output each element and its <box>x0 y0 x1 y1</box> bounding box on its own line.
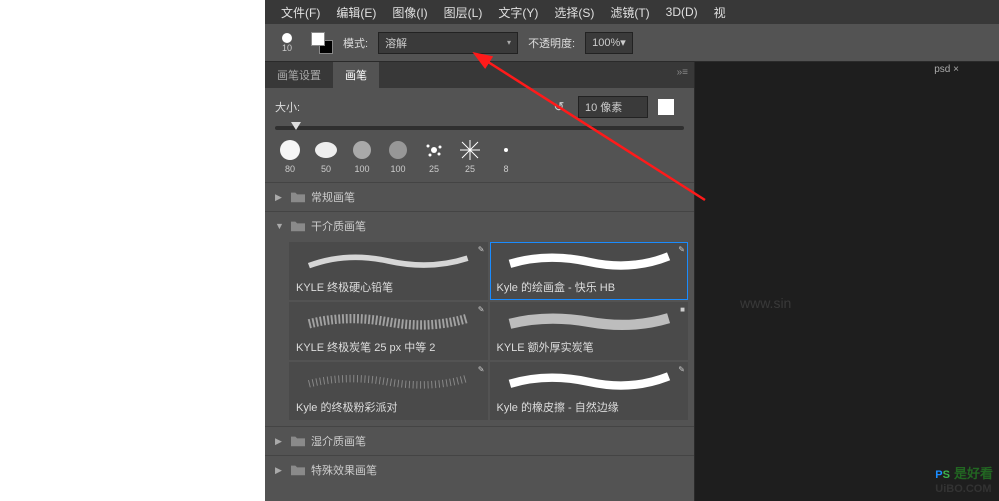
brush-edit-icon: ✎ <box>478 305 485 314</box>
brush-preview <box>497 247 682 275</box>
stamp-item[interactable]: 25 <box>419 138 449 174</box>
canvas-area[interactable]: psd × <box>695 62 999 501</box>
document-tab[interactable]: psd × <box>934 64 959 75</box>
brush-edit-icon: ✎ <box>678 365 685 374</box>
opacity-field[interactable]: 100% ▾ <box>585 32 633 54</box>
chevron-down-icon: ▼ <box>275 221 285 231</box>
tab-brushes[interactable]: 画笔 <box>333 62 379 88</box>
brush-card[interactable]: ✎ KYLE 终极硬心铅笔 <box>289 242 488 300</box>
menu-3d[interactable]: 3D(D) <box>658 1 706 23</box>
chevron-right-icon: ▶ <box>275 192 285 203</box>
folder-label: 常规画笔 <box>311 189 355 205</box>
brushes-panel: 画笔设置 画笔 »≡ 大小: ↺ 10 像素 80 50 100 100 <box>265 62 695 501</box>
menu-file[interactable]: 文件(F) <box>273 0 328 25</box>
brush-edit-icon: ✎ <box>478 365 485 374</box>
chevron-down-icon: ▾ <box>507 38 511 47</box>
brush-list[interactable]: ▶ 常规画笔 ▼ 干介质画笔 ✎ KYLE 终极硬心铅笔 <box>265 182 694 501</box>
brush-card[interactable]: ✎ Kyle 的终极粉彩派对 <box>289 362 488 420</box>
menu-bar: 文件(F) 编辑(E) 图像(I) 图层(L) 文字(Y) 选择(S) 滤镜(T… <box>265 0 999 24</box>
tab-brush-settings[interactable]: 画笔设置 <box>265 62 333 88</box>
menu-filter[interactable]: 滤镜(T) <box>602 0 657 25</box>
brush-name: Kyle 的绘画盒 - 快乐 HB <box>497 279 682 295</box>
size-slider[interactable] <box>265 126 694 134</box>
menu-type[interactable]: 文字(Y) <box>490 0 546 25</box>
chevron-down-icon: ▾ <box>620 36 626 49</box>
brush-name: Kyle 的终极粉彩派对 <box>296 399 481 415</box>
edit-brush-icon[interactable] <box>658 99 674 115</box>
opacity-value: 100% <box>592 37 620 49</box>
size-label: 大小: <box>275 99 300 115</box>
stamp-item[interactable]: 100 <box>347 138 377 174</box>
brush-name: KYLE 终极硬心铅笔 <box>296 279 481 295</box>
fg-color-icon <box>311 32 325 46</box>
brush-preview <box>296 307 481 335</box>
folder-icon <box>291 191 305 203</box>
brush-preview <box>296 247 481 275</box>
brush-name: KYLE 终极炭笔 25 px 中等 2 <box>296 339 481 355</box>
folder-regular[interactable]: ▶ 常规画笔 <box>265 182 694 211</box>
size-input[interactable]: 10 像素 <box>578 96 648 118</box>
brush-card[interactable]: ✎ Kyle 的橡皮擦 - 自然边缘 <box>490 362 689 420</box>
folder-icon <box>291 464 305 476</box>
brush-preset-picker[interactable]: 10 <box>273 33 301 53</box>
folder-dry[interactable]: ▼ 干介质画笔 <box>265 211 694 240</box>
stamp-item[interactable]: 8 <box>491 138 521 174</box>
mode-label: 模式: <box>343 35 368 51</box>
brush-dot-icon <box>282 33 292 43</box>
color-swatch[interactable] <box>311 32 333 54</box>
folder-wet[interactable]: ▶ 湿介质画笔 <box>265 426 694 455</box>
chevron-right-icon: ▶ <box>275 436 285 447</box>
folder-special[interactable]: ▶ 特殊效果画笔 <box>265 455 694 484</box>
menu-image[interactable]: 图像(I) <box>384 0 435 25</box>
opacity-label: 不透明度: <box>528 35 575 51</box>
menu-edit[interactable]: 编辑(E) <box>328 0 384 25</box>
mode-dropdown[interactable]: 溶解 ▾ <box>378 32 518 54</box>
reset-icon[interactable]: ↺ <box>550 98 568 116</box>
folder-label: 湿介质画笔 <box>311 433 366 449</box>
options-bar: 10 模式: 溶解 ▾ 不透明度: 100% ▾ <box>265 24 999 62</box>
stamp-item[interactable]: 25 <box>455 138 485 174</box>
brush-card[interactable]: ■ KYLE 额外厚实炭笔 <box>490 302 689 360</box>
mode-value: 溶解 <box>385 35 407 51</box>
brush-card[interactable]: ✎ KYLE 终极炭笔 25 px 中等 2 <box>289 302 488 360</box>
menu-layer[interactable]: 图层(L) <box>436 0 491 25</box>
stamp-item[interactable]: 50 <box>311 138 341 174</box>
slider-thumb-icon <box>291 122 301 130</box>
brush-card-selected[interactable]: ✎ Kyle 的绘画盒 - 快乐 HB <box>490 242 689 300</box>
watermark-brand: PS是好看 UiBO.COM <box>935 463 993 495</box>
menu-view[interactable]: 视 <box>706 0 734 25</box>
menu-select[interactable]: 选择(S) <box>546 0 602 25</box>
folder-label: 干介质画笔 <box>311 218 366 234</box>
brush-stamps-row: 80 50 100 100 25 25 8 <box>265 134 694 182</box>
brush-edit-icon: ■ <box>680 305 685 314</box>
brush-preview <box>497 367 682 395</box>
brush-name: Kyle 的橡皮擦 - 自然边缘 <box>497 399 682 415</box>
brush-preview <box>497 307 682 335</box>
brush-edit-icon: ✎ <box>678 245 685 254</box>
panel-tabs: 画笔设置 画笔 »≡ <box>265 62 694 88</box>
brush-preview <box>296 367 481 395</box>
size-value: 10 像素 <box>585 99 622 115</box>
brush-name: KYLE 额外厚实炭笔 <box>497 339 682 355</box>
folder-icon <box>291 435 305 447</box>
brush-size-number: 10 <box>282 43 292 53</box>
brush-edit-icon: ✎ <box>478 245 485 254</box>
folder-icon <box>291 220 305 232</box>
folder-label: 特殊效果画笔 <box>311 462 377 478</box>
stamp-item[interactable]: 100 <box>383 138 413 174</box>
dry-brush-grid: ✎ KYLE 终极硬心铅笔 ✎ Kyle 的绘画盒 - 快乐 HB ✎ KYLE… <box>265 240 694 426</box>
panel-menu-icon[interactable]: »≡ <box>677 67 688 78</box>
chevron-right-icon: ▶ <box>275 465 285 476</box>
stamp-item[interactable]: 80 <box>275 138 305 174</box>
